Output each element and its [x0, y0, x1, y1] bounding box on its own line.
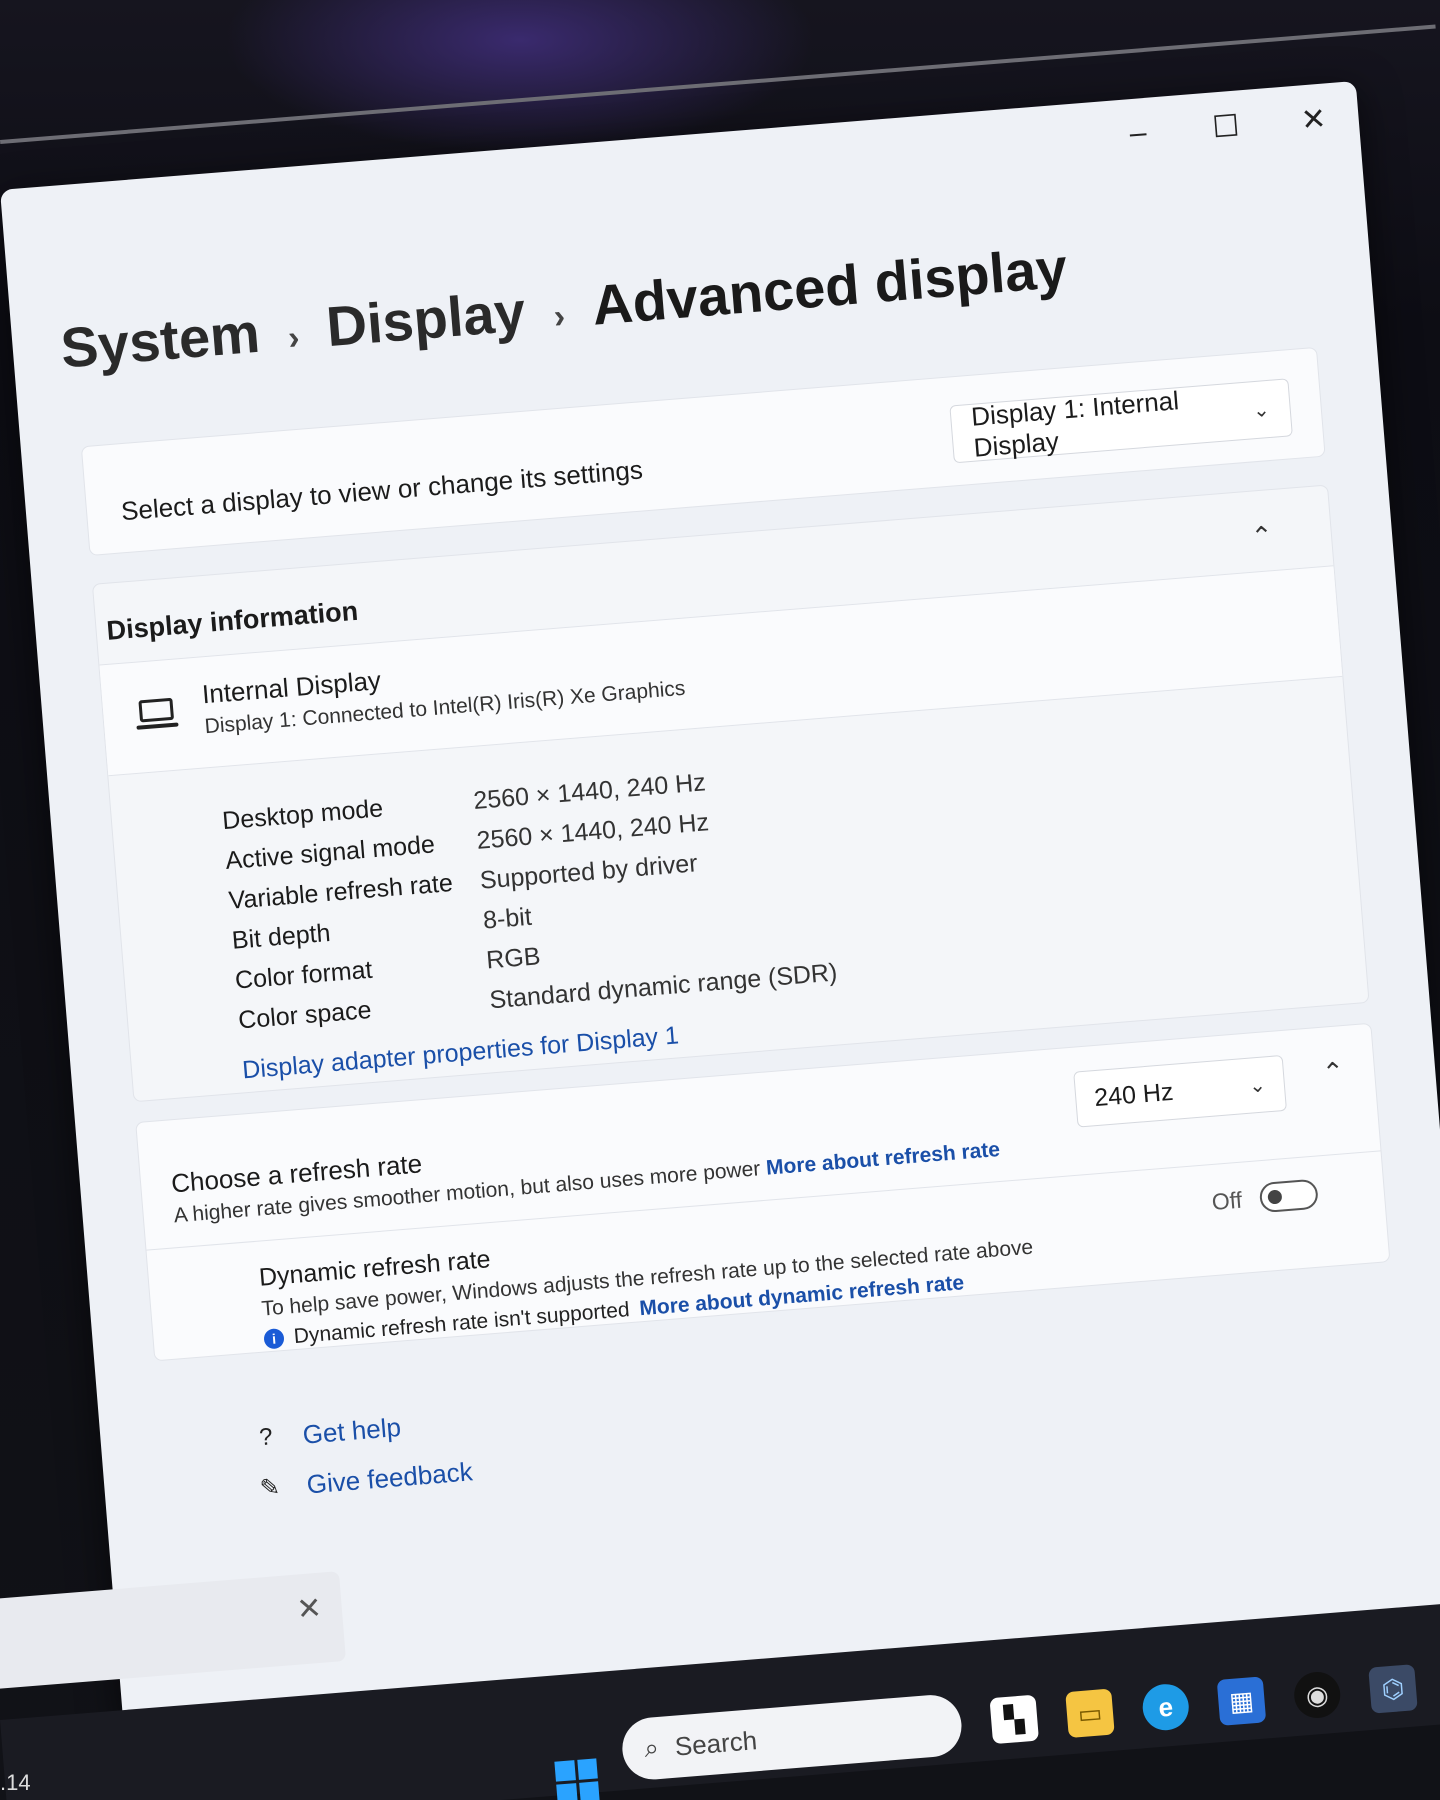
- clock-fragment: .14: [0, 1770, 31, 1795]
- windows-logo-tile: [576, 1758, 598, 1780]
- start-button[interactable]: [554, 1758, 600, 1800]
- breadcrumb-system[interactable]: System: [58, 300, 262, 381]
- breadcrumb: System › Display › Advanced display: [58, 235, 1069, 381]
- close-button[interactable]: ✕: [1297, 101, 1330, 138]
- file-explorer-icon[interactable]: ▭: [1065, 1688, 1115, 1739]
- page-title: Advanced display: [589, 235, 1070, 337]
- display-info-heading: Display information: [105, 595, 360, 646]
- task-view-icon[interactable]: ▚: [989, 1694, 1039, 1745]
- chevron-right-icon: ›: [286, 318, 301, 358]
- alienware-icon[interactable]: ◉: [1292, 1670, 1343, 1720]
- close-icon[interactable]: ✕: [295, 1591, 323, 1628]
- get-help-label: Get help: [301, 1411, 402, 1450]
- display-info-card: Display information ⌃ Internal Display D…: [91, 484, 1370, 1103]
- refresh-rate-dropdown[interactable]: 240 Hz ⌄: [1073, 1054, 1287, 1128]
- spec-table: Desktop mode 2560 × 1440, 240 Hz Active …: [221, 753, 839, 1040]
- network-icon[interactable]: ⌬: [1368, 1664, 1418, 1714]
- maximize-button[interactable]: ☐: [1210, 108, 1243, 145]
- window-controls: – ☐ ✕: [1122, 101, 1330, 152]
- display-select-value: Display 1: Internal Display: [970, 385, 1180, 463]
- edge-icon[interactable]: e: [1140, 1682, 1191, 1732]
- give-feedback-label: Give feedback: [305, 1455, 474, 1500]
- display-select-dropdown[interactable]: Display 1: Internal Display ⌄: [949, 378, 1293, 464]
- chevron-down-icon: ⌄: [1252, 398, 1271, 422]
- chevron-up-icon[interactable]: ⌃: [1250, 520, 1274, 553]
- feedback-icon: ✎: [258, 1473, 282, 1502]
- display-info-header: Internal Display Display 1: Connected to…: [99, 565, 1343, 777]
- taskbar-search-label: Search: [673, 1724, 759, 1762]
- store-icon[interactable]: ▦: [1216, 1676, 1267, 1726]
- minimize-button[interactable]: –: [1122, 115, 1155, 152]
- toggle-state-label: Off: [1210, 1186, 1243, 1215]
- breadcrumb-display[interactable]: Display: [324, 278, 528, 359]
- more-about-refresh-link[interactable]: More about refresh rate: [765, 1138, 1001, 1180]
- search-icon: ⌕: [643, 1732, 661, 1764]
- windows-logo-tile: [578, 1780, 600, 1800]
- refresh-rate-value: 240 Hz: [1093, 1077, 1175, 1112]
- spec-value: RGB: [485, 941, 542, 974]
- laptop-icon: [138, 697, 175, 723]
- windows-logo-tile: [556, 1782, 578, 1800]
- display-select-label: Select a display to view or change its s…: [119, 454, 644, 527]
- dynamic-refresh-toggle[interactable]: [1258, 1178, 1319, 1214]
- dynamic-refresh-toggle-wrap: Off: [1210, 1178, 1319, 1217]
- chevron-down-icon: ⌄: [1248, 1073, 1267, 1098]
- info-icon: i: [263, 1327, 285, 1350]
- settings-window: – ☐ ✕ System › Display › Advanced displa…: [0, 80, 1440, 1726]
- spec-value: 8-bit: [481, 902, 533, 935]
- chevron-up-icon[interactable]: ⌃: [1321, 1056, 1345, 1089]
- chevron-right-icon: ›: [552, 297, 567, 336]
- windows-logo-tile: [554, 1760, 576, 1782]
- help-links: ? Get help ✎ Give feedback: [249, 1396, 475, 1513]
- help-icon: ?: [258, 1423, 274, 1452]
